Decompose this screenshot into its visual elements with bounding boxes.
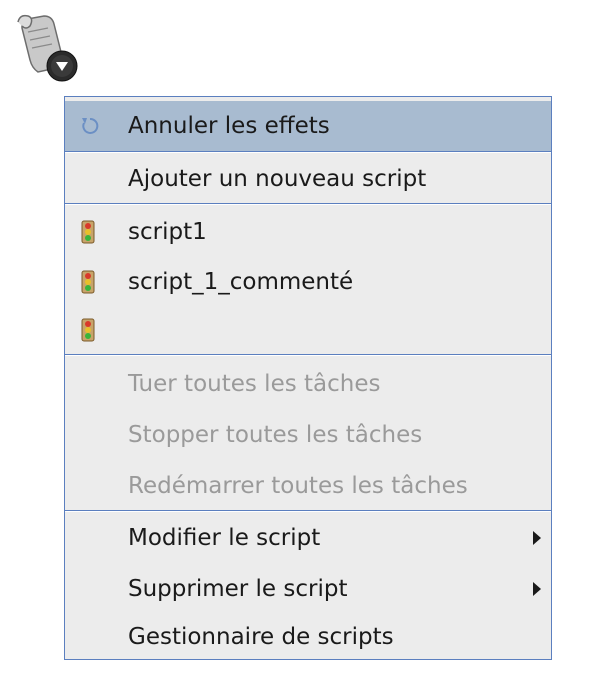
menu-item-label: Ajouter un nouveau script (128, 166, 427, 192)
submenu-arrow-icon (533, 582, 541, 596)
menu-item-label: Redémarrer toutes les tâches (128, 473, 468, 499)
menu-item-label: Annuler les effets (128, 113, 330, 139)
traffic-light-icon (81, 220, 97, 244)
menu-item-add-script[interactable]: Ajouter un nouveau script (65, 154, 551, 204)
submenu-arrow-icon (533, 531, 541, 545)
menu-item-script-manager[interactable]: Gestionnaire de scripts (65, 612, 551, 662)
menu-item-label: Gestionnaire de scripts (128, 624, 394, 650)
menu-separator (65, 354, 551, 356)
traffic-light-icon (81, 270, 97, 294)
script-scroll-icon[interactable] (14, 12, 84, 84)
menu-separator (65, 203, 551, 205)
menu-item-script[interactable]: script_1_commenté (65, 257, 551, 307)
menu-item-edit-script[interactable]: Modifier le script (65, 513, 551, 563)
traffic-light-icon (81, 318, 97, 342)
menu-item-label: script1 (128, 219, 207, 245)
menu-item-label: Stopper toutes les tâches (128, 422, 423, 448)
menu-item-kill-tasks[interactable]: Tuer toutes les tâches (65, 359, 551, 409)
menu-item-script[interactable]: script1 (65, 207, 551, 257)
menu-item-label: Tuer toutes les tâches (128, 371, 381, 397)
menu-item-delete-script[interactable]: Supprimer le script (65, 564, 551, 614)
menu-item-script[interactable] (65, 305, 551, 355)
menu-separator (65, 151, 551, 153)
menu-item-undo-effects[interactable]: Annuler les effets (65, 101, 551, 151)
menu-item-label: Supprimer le script (128, 576, 348, 602)
menu-item-stop-tasks[interactable]: Stopper toutes les tâches (65, 410, 551, 460)
menu-item-restart-tasks[interactable]: Redémarrer toutes les tâches (65, 461, 551, 511)
menu-separator (65, 510, 551, 512)
script-context-menu: Annuler les effets Ajouter un nouveau sc… (64, 96, 552, 660)
menu-item-label: Modifier le script (128, 525, 321, 551)
undo-icon (81, 114, 99, 138)
menu-item-label: script_1_commenté (128, 269, 354, 295)
